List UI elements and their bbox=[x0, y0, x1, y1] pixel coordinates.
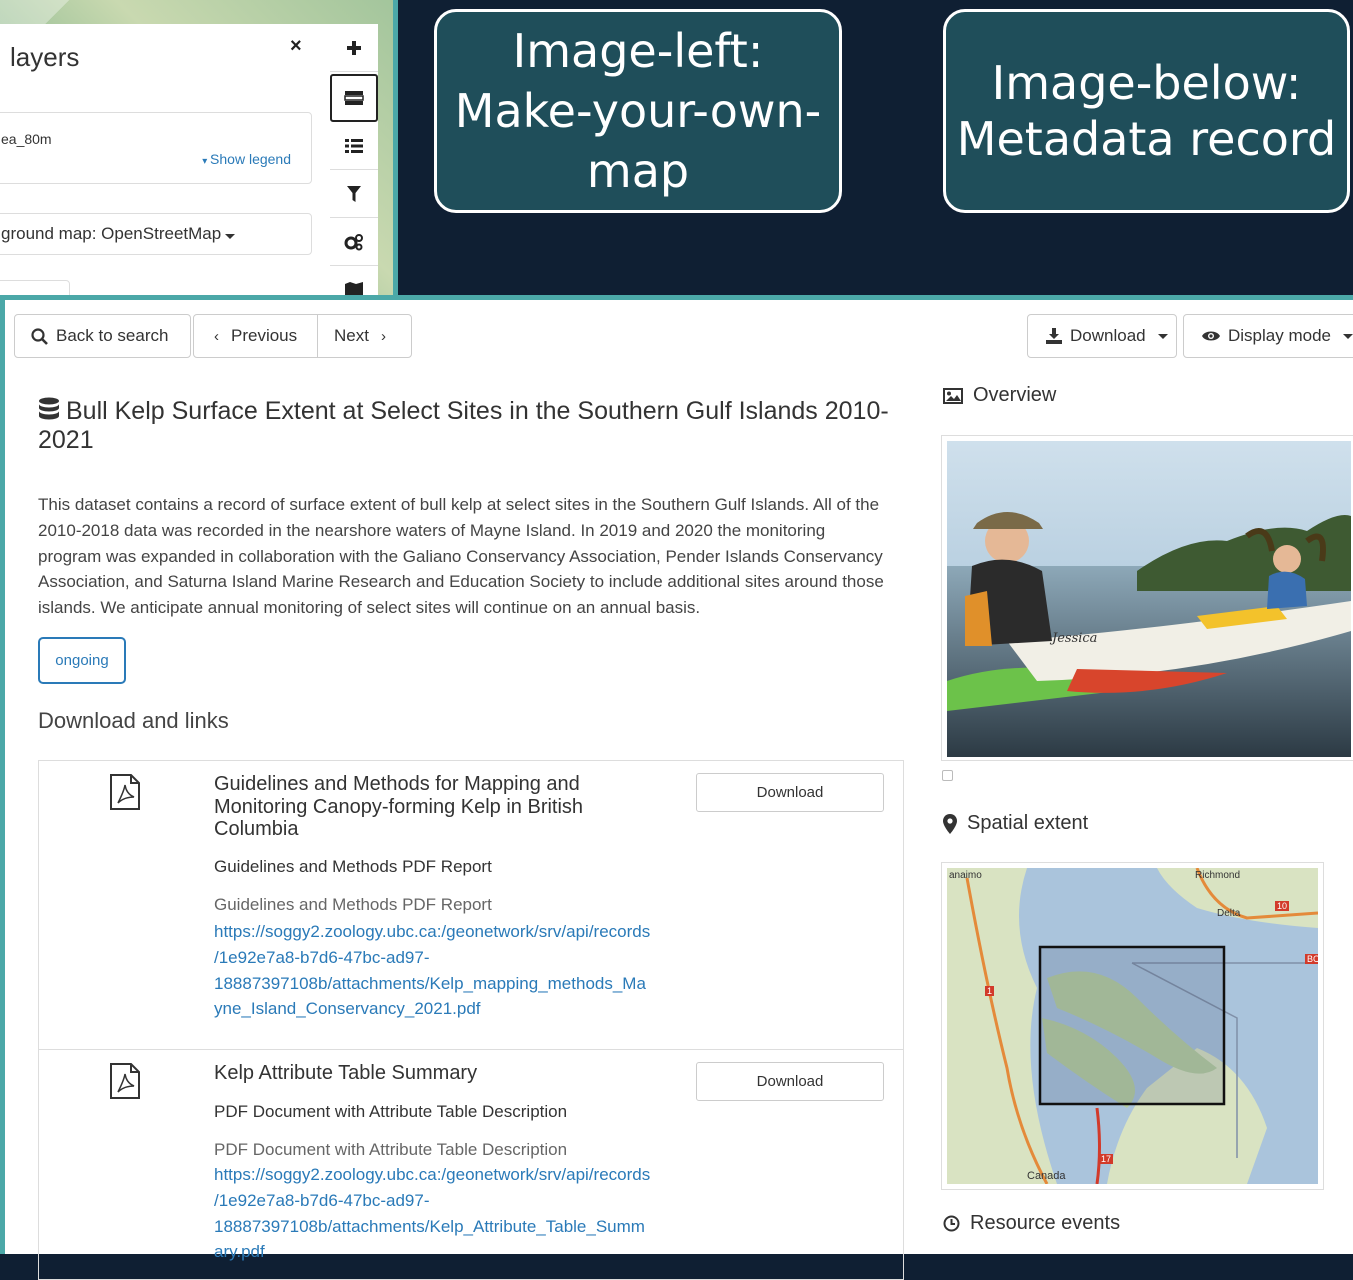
link-description: PDF Document with Attribute Table Descri… bbox=[214, 1102, 568, 1121]
list-icon[interactable] bbox=[330, 122, 378, 170]
layer-item[interactable]: ea_80m ▾ Show legend bbox=[0, 112, 312, 184]
extent-map-image: anaimo Richmond Delta Canada 1 10 17 BC bbox=[947, 868, 1318, 1184]
abstract-line: islands. We anticipate annual monitoring… bbox=[38, 598, 701, 618]
file-pdf-icon bbox=[110, 1063, 140, 1099]
caret-down-icon bbox=[1157, 333, 1168, 339]
download-button[interactable]: Download bbox=[696, 773, 884, 812]
callout-line: Image-below: bbox=[991, 56, 1302, 110]
spatial-extent-map[interactable]: anaimo Richmond Delta Canada 1 10 17 BC bbox=[941, 862, 1324, 1190]
kayak-name: Jessica bbox=[1052, 631, 1098, 646]
background-map-select[interactable]: ground map: OpenStreetMap bbox=[0, 213, 312, 255]
highway-shield-10: 10 bbox=[1275, 901, 1290, 911]
file-pdf-icon bbox=[110, 774, 140, 810]
layers-icon[interactable] bbox=[330, 74, 378, 122]
plus-icon[interactable] bbox=[330, 24, 378, 72]
link-url[interactable]: https://soggy2.zoology.ubc.ca:/geonetwor… bbox=[214, 1162, 664, 1265]
download-button[interactable]: Download bbox=[696, 1062, 884, 1101]
link-description-secondary: Guidelines and Methods PDF Report bbox=[214, 895, 492, 914]
map-label-canada: Canada bbox=[1027, 1170, 1066, 1182]
chevron-left-icon: ‹ bbox=[214, 327, 219, 345]
filter-icon[interactable] bbox=[330, 170, 378, 218]
highway-shield-17: 17 bbox=[1099, 1154, 1114, 1164]
caret-down-icon bbox=[225, 234, 236, 239]
eye-icon bbox=[1202, 331, 1220, 341]
map-label-nanaimo: anaimo bbox=[949, 870, 982, 881]
link-url[interactable]: https://soggy2.zoology.ubc.ca:/geonetwor… bbox=[214, 919, 664, 1022]
map-panel: layers × ea_80m ▾ Show legend ground map… bbox=[0, 0, 398, 300]
page-title: Bull Kelp Surface Extent at Select Sites… bbox=[38, 397, 898, 455]
next-label: Next bbox=[334, 326, 369, 345]
show-legend-link[interactable]: ▾ Show legend bbox=[202, 151, 291, 167]
database-icon bbox=[39, 397, 59, 420]
search-icon bbox=[31, 327, 48, 345]
kayak-photo: Jessica bbox=[947, 441, 1351, 757]
link-title[interactable]: Kelp Attribute Table Summary bbox=[214, 1062, 614, 1085]
spatial-extent-heading: Spatial extent bbox=[943, 812, 1088, 835]
link-row: Kelp Attribute Table Summary PDF Documen… bbox=[39, 1049, 903, 1280]
close-icon[interactable]: × bbox=[290, 35, 302, 58]
abstract-line: 2010-2018 data was recorded in the nears… bbox=[38, 520, 826, 540]
callout-line: Metadata record bbox=[956, 112, 1337, 166]
abstract: This dataset contains a record of surfac… bbox=[38, 492, 908, 621]
clock-icon bbox=[943, 1215, 960, 1232]
download-menu-label: Download bbox=[1070, 326, 1146, 345]
abstract-line: Association, and Saturna Island Marine R… bbox=[38, 572, 884, 592]
highway-shield-1: 1 bbox=[985, 986, 995, 996]
links-table: Guidelines and Methods for Mapping and M… bbox=[38, 760, 904, 1280]
chevron-right-icon: › bbox=[380, 327, 386, 345]
next-button[interactable]: Next › bbox=[317, 314, 412, 358]
background-map-label: ground map: OpenStreetMap bbox=[1, 224, 222, 243]
resource-events-heading: Resource events bbox=[943, 1212, 1120, 1235]
link-title[interactable]: Guidelines and Methods for Mapping and M… bbox=[214, 773, 614, 841]
map-label-delta: Delta bbox=[1217, 908, 1241, 919]
download-menu-button[interactable]: Download bbox=[1027, 314, 1177, 358]
link-description: Guidelines and Methods PDF Report bbox=[214, 857, 492, 876]
caret-down-icon: ▾ bbox=[202, 156, 211, 167]
download-links-heading: Download and links bbox=[38, 708, 229, 733]
callout-make-your-own-map: Image-left: Make-your-own- map bbox=[434, 9, 842, 213]
display-mode-label: Display mode bbox=[1228, 326, 1331, 345]
overview-thumbnail[interactable]: Jessica bbox=[941, 435, 1353, 761]
status-badge[interactable]: ongoing bbox=[38, 637, 126, 684]
layer-name: ea_80m bbox=[1, 131, 52, 147]
download-icon bbox=[1046, 328, 1062, 344]
display-mode-button[interactable]: Display mode bbox=[1183, 314, 1353, 358]
highway-shield-bc: BC bbox=[1305, 954, 1318, 964]
map-label-richmond: Richmond bbox=[1195, 870, 1241, 881]
gears-icon[interactable] bbox=[330, 218, 378, 266]
abstract-line: program was expanded in collaboration wi… bbox=[38, 546, 883, 566]
link-row: Guidelines and Methods for Mapping and M… bbox=[39, 761, 903, 1049]
layers-title: layers bbox=[10, 42, 80, 72]
callout-metadata-record: Image-below: Metadata record bbox=[943, 9, 1350, 213]
thumbnail-selector[interactable] bbox=[942, 770, 953, 781]
abstract-line: This dataset contains a record of surfac… bbox=[38, 495, 880, 514]
record-title-text: Bull Kelp Surface Extent at Select Sites… bbox=[38, 397, 889, 454]
back-to-search-button[interactable]: Back to search bbox=[14, 314, 191, 358]
metadata-panel: Back to search ‹ Previous Next › Downloa… bbox=[0, 295, 1353, 1280]
callout-line: map bbox=[586, 144, 690, 198]
callout-line: Image-left: bbox=[512, 24, 764, 78]
caret-down-icon bbox=[1343, 333, 1353, 339]
image-icon bbox=[943, 387, 963, 404]
overview-heading: Overview bbox=[943, 384, 1056, 407]
previous-button[interactable]: ‹ Previous bbox=[193, 314, 318, 358]
callout-line: Make-your-own- bbox=[454, 84, 822, 138]
map-toolbar bbox=[330, 24, 378, 300]
map-marker-icon bbox=[943, 813, 957, 834]
back-to-search-label: Back to search bbox=[56, 326, 169, 345]
previous-label: Previous bbox=[231, 326, 298, 345]
link-description-secondary: PDF Document with Attribute Table Descri… bbox=[214, 1140, 568, 1159]
